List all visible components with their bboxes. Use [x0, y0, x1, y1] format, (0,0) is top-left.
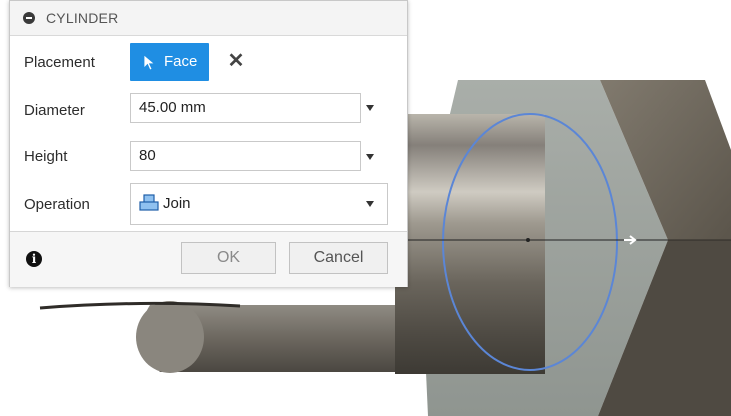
collapse-icon[interactable]	[23, 12, 35, 24]
operation-value: Join	[163, 195, 191, 212]
operation-select[interactable]: Join	[130, 183, 388, 225]
dialog-footer: i OK Cancel	[10, 231, 407, 287]
diameter-value: 45.00 mm	[139, 99, 206, 116]
chevron-down-icon[interactable]	[366, 105, 374, 111]
diameter-label: Diameter	[24, 102, 85, 119]
join-icon	[139, 194, 159, 211]
height-field[interactable]: 80	[130, 141, 361, 171]
placement-face-label: Face	[164, 53, 198, 70]
dialog-titlebar[interactable]: CYLINDER	[10, 1, 407, 36]
axis-center-point	[526, 238, 530, 242]
cursor-arrow-icon	[143, 54, 156, 71]
height-label: Height	[24, 148, 68, 165]
operation-label: Operation	[24, 196, 90, 213]
close-icon[interactable]: ✕	[226, 51, 246, 71]
chevron-down-icon[interactable]	[366, 154, 374, 160]
placement-face-button[interactable]: Face	[130, 43, 209, 81]
placement-label: Placement	[24, 54, 95, 71]
dialog-title: CYLINDER	[46, 10, 119, 26]
chevron-down-icon[interactable]	[366, 201, 374, 207]
height-value: 80	[139, 147, 156, 164]
diameter-field[interactable]: 45.00 mm	[130, 93, 361, 123]
cylinder-dialog: CYLINDER Placement Face ✕ Diameter 45.00…	[9, 0, 408, 287]
info-icon[interactable]: i	[26, 251, 42, 267]
cancel-button[interactable]: Cancel	[289, 242, 388, 274]
ok-button[interactable]: OK	[181, 242, 276, 274]
